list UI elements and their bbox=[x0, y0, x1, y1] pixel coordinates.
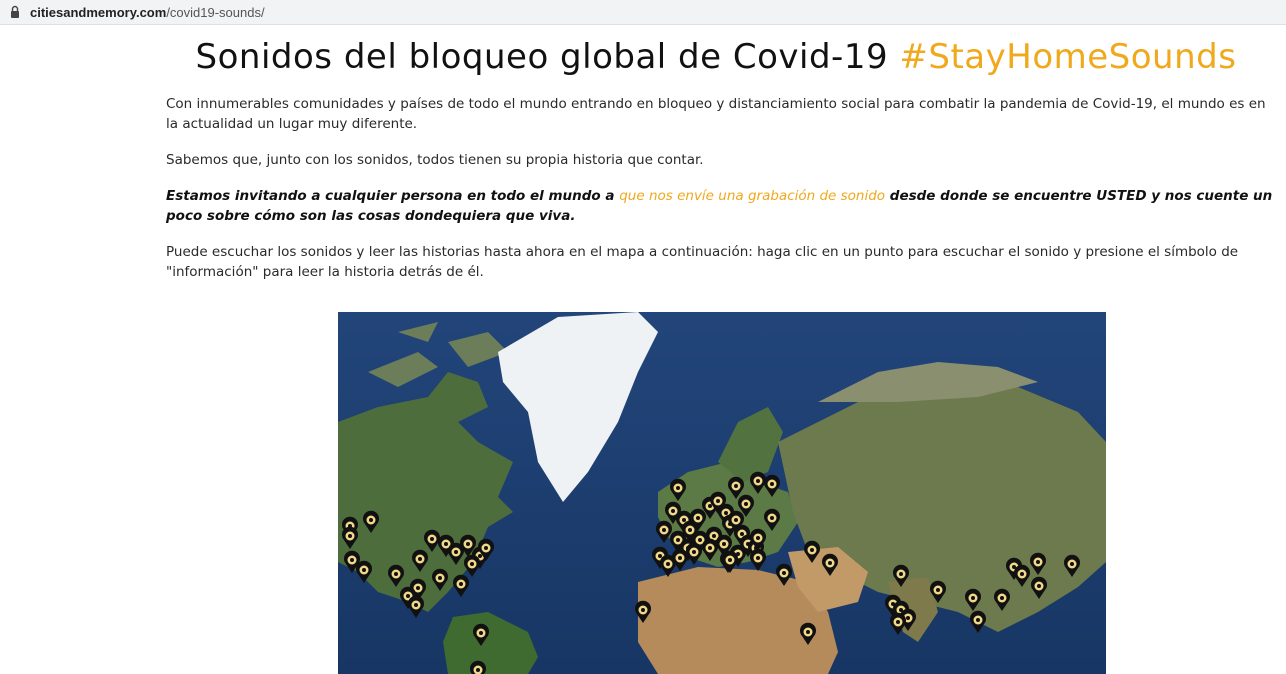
map-pin-center bbox=[641, 608, 645, 612]
map-pin-center bbox=[484, 546, 488, 550]
map-pin-center bbox=[722, 542, 726, 546]
map-pin-center bbox=[810, 548, 814, 552]
map-pin-center bbox=[1070, 562, 1074, 566]
sounds-map[interactable] bbox=[338, 312, 1106, 674]
map-pin-center bbox=[676, 486, 680, 490]
map-pin-center bbox=[936, 588, 940, 592]
map-pin-center bbox=[394, 572, 398, 576]
map-pin-center bbox=[740, 532, 744, 536]
address-bar[interactable]: citiesandmemory.com/covid19-sounds/ bbox=[0, 0, 1286, 25]
map-pin-center bbox=[666, 562, 670, 566]
map-pin-center bbox=[712, 534, 716, 538]
map-pin-center bbox=[1020, 572, 1024, 576]
map-pin-center bbox=[348, 534, 352, 538]
page-title: Sonidos del bloqueo global de Covid-19 #… bbox=[166, 37, 1266, 77]
intro-paragraph: Con innumerables comunidades y países de… bbox=[166, 96, 1266, 132]
map-pin-center bbox=[698, 538, 702, 542]
map-pin-center bbox=[724, 511, 728, 515]
map-pin-center bbox=[756, 479, 760, 483]
map-pin-center bbox=[899, 572, 903, 576]
map-pin-center bbox=[708, 546, 712, 550]
map-pin-center bbox=[444, 542, 448, 546]
map-pin-center bbox=[692, 550, 696, 554]
map-pin-center bbox=[479, 631, 483, 635]
map-pin-center bbox=[454, 550, 458, 554]
map-pin-center bbox=[406, 594, 410, 598]
map-pin-center bbox=[682, 518, 686, 522]
url-text: citiesandmemory.com/covid19-sounds/ bbox=[30, 5, 265, 20]
map-pin-center bbox=[744, 502, 748, 506]
world-map-image[interactable] bbox=[338, 312, 1106, 674]
map-pin-center bbox=[438, 576, 442, 580]
map-instructions-paragraph: Puede escuchar los sonidos y leer las hi… bbox=[166, 244, 1239, 280]
map-pin-center bbox=[756, 556, 760, 560]
map-pin-center bbox=[756, 536, 760, 540]
map-pin-center bbox=[906, 616, 910, 620]
map-pin-center bbox=[418, 557, 422, 561]
map-pin-center bbox=[696, 516, 700, 520]
map-pin-center bbox=[734, 484, 738, 488]
map-pin-center bbox=[770, 516, 774, 520]
map-pin-center bbox=[476, 668, 480, 672]
page-title-main: Sonidos del bloqueo global de Covid-19 bbox=[195, 37, 900, 77]
lock-icon bbox=[11, 5, 19, 18]
page-title-hashtag: #StayHomeSounds bbox=[899, 37, 1237, 77]
map-pin-center bbox=[734, 518, 738, 522]
map-pin-center bbox=[976, 618, 980, 622]
map-pin-center bbox=[1000, 596, 1004, 600]
map-pin-center bbox=[470, 562, 474, 566]
map-pin-center bbox=[671, 509, 675, 513]
map-pin-center bbox=[414, 603, 418, 607]
invitation-paragraph: Estamos invitando a cualquier persona en… bbox=[166, 186, 1274, 226]
map-pin-center bbox=[362, 568, 366, 572]
map-pin-center bbox=[828, 561, 832, 565]
url-host: citiesandmemory.com bbox=[30, 4, 167, 20]
map-pin-center bbox=[416, 586, 420, 590]
map-pin-center bbox=[708, 504, 712, 508]
map-pin-center bbox=[806, 630, 810, 634]
map-pin-center bbox=[728, 558, 732, 562]
map-pin-center bbox=[1036, 560, 1040, 564]
map-pin-center bbox=[678, 556, 682, 560]
map-pin-center bbox=[478, 554, 482, 558]
map-pin-center bbox=[459, 582, 463, 586]
map-pin-center bbox=[770, 482, 774, 486]
map-pin-center bbox=[782, 571, 786, 575]
map-pin-center bbox=[430, 537, 434, 541]
map-pin-center bbox=[658, 554, 662, 558]
map-pin-center bbox=[1037, 584, 1041, 588]
stories-paragraph: Sabemos que, junto con los sonidos, todo… bbox=[166, 152, 704, 168]
map-pin-center bbox=[662, 528, 666, 532]
map-pin-center bbox=[971, 596, 975, 600]
url-path: /covid19-sounds/ bbox=[166, 4, 265, 20]
map-pin-center bbox=[688, 528, 692, 532]
map-pin-center bbox=[350, 558, 354, 562]
map-pin-center bbox=[466, 542, 470, 546]
map-pin-center bbox=[896, 620, 900, 624]
invitation-text-before: Estamos invitando a cualquier persona en… bbox=[166, 188, 620, 204]
send-recording-link[interactable]: que nos envíe una grabación de sonido bbox=[619, 188, 885, 204]
map-pin-center bbox=[716, 499, 720, 503]
map-pin-center bbox=[369, 518, 373, 522]
map-pin-center bbox=[676, 538, 680, 542]
